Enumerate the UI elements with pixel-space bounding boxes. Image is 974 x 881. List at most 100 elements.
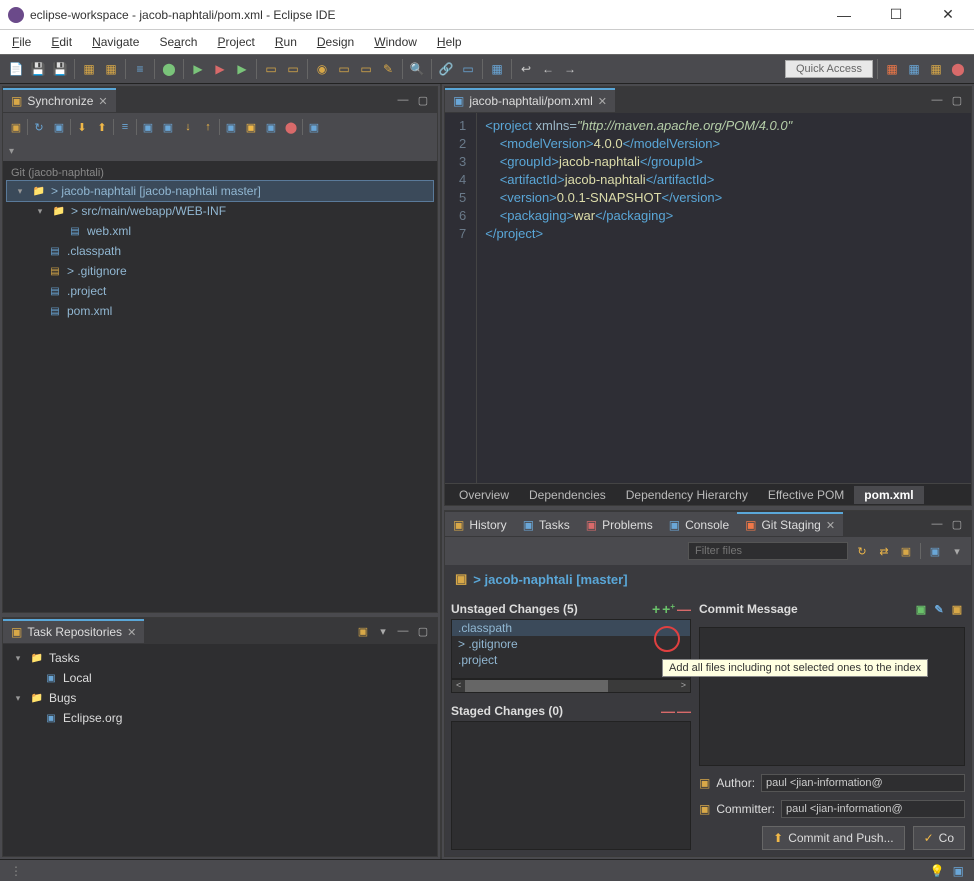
tab-dependencies[interactable]: Dependencies	[519, 486, 616, 504]
tree-category[interactable]: ▾ 📁 Bugs	[7, 688, 433, 708]
staged-list[interactable]	[451, 721, 691, 850]
close-icon[interactable]: ✕	[127, 626, 136, 639]
list-item[interactable]: .project	[452, 652, 690, 668]
maximize-view-icon[interactable]: ▢	[415, 623, 431, 639]
history-tab[interactable]: ▣ History	[445, 512, 515, 536]
add-all-icon[interactable]: ++	[662, 601, 675, 617]
menu-project[interactable]: Project	[209, 33, 262, 51]
open-type-icon[interactable]: ▭	[356, 59, 376, 79]
view-menu-icon[interactable]: ▾	[375, 623, 391, 639]
last-edit-icon[interactable]: →	[560, 59, 580, 79]
menu-edit[interactable]: Edit	[43, 33, 80, 51]
close-button[interactable]: ✕	[930, 3, 966, 27]
tab-effective-pom[interactable]: Effective POM	[758, 486, 854, 504]
view-menu-icon[interactable]: ▾	[949, 543, 965, 559]
sync-down-icon[interactable]: ↓	[179, 118, 197, 136]
perspective-debug-icon[interactable]: ⬤	[948, 59, 968, 79]
list-item[interactable]: > .gitignore	[452, 636, 690, 652]
menu-file[interactable]: File	[4, 33, 39, 51]
back-icon[interactable]: ↩	[516, 59, 536, 79]
unstage-selected-icon[interactable]: —	[661, 703, 675, 719]
editor-tab[interactable]: ▣ jacob-naphtali/pom.xml ✕	[445, 88, 615, 112]
coverage-icon[interactable]: ▶	[232, 59, 252, 79]
arrow-down-icon[interactable]: ▾	[11, 693, 25, 704]
maximize-view-icon[interactable]: ▢	[949, 516, 965, 532]
sync-collapse-icon[interactable]: ▣	[139, 118, 157, 136]
task-repositories-tab[interactable]: ▣ Task Repositories ✕	[3, 619, 144, 643]
commit-message-textarea[interactable]	[699, 627, 965, 766]
unstage-all-icon[interactable]: —	[677, 703, 691, 719]
menu-design[interactable]: Design	[309, 33, 362, 51]
menu-navigate[interactable]: Navigate	[84, 33, 147, 51]
debug-icon[interactable]: ⬤	[159, 59, 179, 79]
close-icon[interactable]: ✕	[98, 95, 107, 108]
tree-file[interactable]: ▤ .project	[7, 281, 433, 301]
toggle-icon[interactable]: ▦	[487, 59, 507, 79]
close-icon[interactable]: ✕	[598, 95, 607, 108]
amend-icon[interactable]: ▣	[913, 601, 929, 617]
sync-stop-icon[interactable]: ⬤	[282, 118, 300, 136]
tree-item[interactable]: ▣ Local	[7, 668, 433, 688]
author-input[interactable]	[761, 774, 965, 792]
run-ext-icon[interactable]: ▶	[210, 59, 230, 79]
sync-list-icon[interactable]: ≡	[116, 118, 134, 136]
add-selected-icon[interactable]: +	[652, 601, 660, 617]
open-type-edit-icon[interactable]: ✎	[378, 59, 398, 79]
menu-run[interactable]: Run	[267, 33, 305, 51]
tab-pom-xml[interactable]: pom.xml	[854, 486, 923, 504]
new-task-icon[interactable]: ▣	[355, 623, 371, 639]
close-icon[interactable]: ✕	[826, 519, 835, 532]
commit-push-button[interactable]: ⬆ Commit and Push...	[762, 826, 904, 850]
sync-mode1-icon[interactable]: ▣	[222, 118, 240, 136]
sync-opt-icon[interactable]: ▣	[305, 118, 323, 136]
compare-icon[interactable]: ⇄	[876, 543, 892, 559]
unstaged-list[interactable]: .classpath > .gitignore .project	[451, 619, 691, 679]
problems-tab[interactable]: ▣ Problems	[578, 512, 661, 536]
maximize-view-icon[interactable]: ▢	[415, 92, 431, 108]
build-icon[interactable]: ▦	[79, 59, 99, 79]
forward-icon[interactable]: ←	[538, 59, 558, 79]
committer-input[interactable]	[781, 800, 965, 818]
git-staging-tab[interactable]: ▣ Git Staging ✕	[737, 512, 843, 536]
sync-mode2-icon[interactable]: ▣	[242, 118, 260, 136]
save-icon[interactable]: 💾	[28, 59, 48, 79]
maximize-view-icon[interactable]: ▢	[949, 92, 965, 108]
synchronize-tab[interactable]: ▣ Synchronize ✕	[3, 88, 116, 112]
perspective-java-icon[interactable]: ▦	[904, 59, 924, 79]
minimize-view-icon[interactable]: —	[395, 92, 411, 108]
sync-repo-icon[interactable]: ▣	[7, 118, 25, 136]
menu-search[interactable]: Search	[151, 33, 205, 51]
changeid-icon[interactable]: ▣	[949, 601, 965, 617]
repo-select-icon[interactable]: ▣	[898, 543, 914, 559]
console-tab[interactable]: ▣ Console	[661, 512, 737, 536]
signoff-icon[interactable]: ✎	[931, 601, 947, 617]
new-pkg-icon[interactable]: ◉	[312, 59, 332, 79]
new-icon[interactable]: 📄	[6, 59, 26, 79]
tree-file[interactable]: ▤ .classpath	[7, 241, 433, 261]
tree-file[interactable]: ▤ pom.xml	[7, 301, 433, 321]
maximize-button[interactable]: ☐	[878, 3, 914, 27]
tree-category[interactable]: ▾ 📁 Tasks	[7, 648, 433, 668]
arrow-down-icon[interactable]: ▾	[11, 653, 25, 664]
tree-root[interactable]: ▾ 📁 > jacob-naphtali [jacob-naphtali mas…	[7, 181, 433, 201]
tab-dependency-hierarchy[interactable]: Dependency Hierarchy	[616, 486, 758, 504]
tree-file[interactable]: ▤ > .gitignore	[7, 261, 433, 281]
quick-access-field[interactable]: Quick Access	[785, 60, 873, 78]
sync-mode3-icon[interactable]: ▣	[262, 118, 280, 136]
sync-up-icon[interactable]: ↑	[199, 118, 217, 136]
tree-item[interactable]: ▣ Eclipse.org	[7, 708, 433, 728]
server-icon[interactable]: ▭	[261, 59, 281, 79]
code-content[interactable]: <project xmlns="http://maven.apache.org/…	[477, 113, 800, 483]
tree-file[interactable]: ▤ web.xml	[7, 221, 433, 241]
layout-icon[interactable]: ▣	[927, 543, 943, 559]
tree-folder[interactable]: ▾ 📁 > src/main/webapp/WEB-INF	[7, 201, 433, 221]
minimize-view-icon[interactable]: —	[929, 516, 945, 532]
sync-refresh-icon[interactable]: ↻	[30, 118, 48, 136]
minimize-view-icon[interactable]: —	[395, 623, 411, 639]
filter-files-input[interactable]	[688, 542, 848, 560]
editor-body[interactable]: 1 2 3 4 5 6 7 <project xmlns="http://mav…	[445, 113, 971, 483]
status-handle-icon[interactable]: ⋮	[10, 864, 22, 878]
unstaged-scrollbar[interactable]: < >	[451, 679, 691, 693]
link-icon[interactable]: 🔗	[436, 59, 456, 79]
sync-push-icon[interactable]: ⬆	[93, 118, 111, 136]
